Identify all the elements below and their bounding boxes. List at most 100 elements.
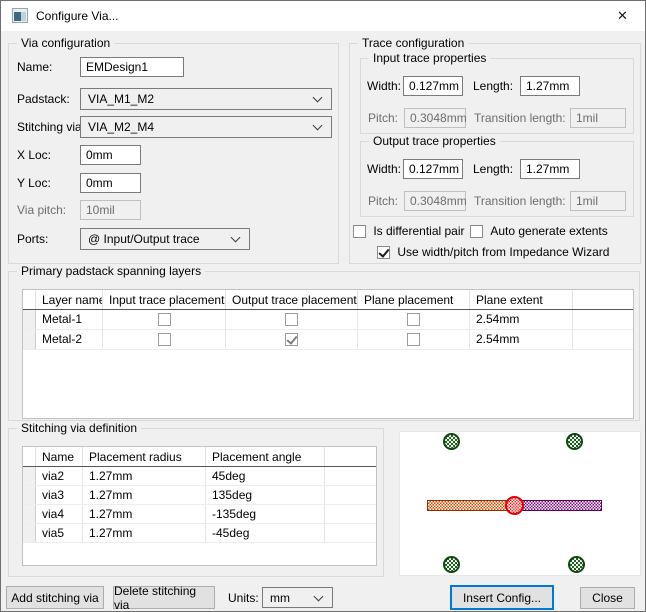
plane-placement-cell[interactable]: [358, 310, 470, 329]
padstack-layers-table[interactable]: Layer name Input trace placement Output …: [22, 289, 634, 419]
ports-label: Ports:: [17, 232, 49, 246]
column-header: Placement radius: [83, 447, 206, 466]
row-selector[interactable]: [23, 524, 36, 542]
chevron-down-icon: [230, 232, 241, 243]
placement-angle-cell: 45deg: [206, 467, 325, 485]
stitching-table-body: via2 1.27mm 45deg via3 1.27mm 135deg via4 1.27m…: [23, 467, 376, 543]
output-width-label: Width:: [367, 162, 402, 176]
delete-stitching-via-button[interactable]: Delete stitching via: [113, 584, 215, 611]
title-bar[interactable]: Configure Via... ✕: [1, 1, 645, 31]
via-name-cell: via3: [36, 486, 83, 504]
use-impedance-wizard-label: Use width/pitch from Impedance Wizard: [397, 245, 610, 259]
column-header: Plane placement: [358, 290, 470, 309]
input-width-label: Width:: [367, 79, 402, 93]
trace-configuration-group: Trace configuration Input trace properti…: [349, 36, 641, 264]
output-placement-cell[interactable]: [226, 310, 358, 329]
table-row[interactable]: via5 1.27mm -45deg: [23, 524, 376, 543]
placement-angle-cell: -45deg: [206, 524, 325, 542]
plane-extent-cell: 2.54mm: [470, 330, 573, 349]
output-transition-field: 1mil: [570, 191, 626, 211]
input-width-field[interactable]: 0.127mm: [403, 76, 463, 96]
chevron-down-icon: [312, 120, 323, 131]
table-row[interactable]: via2 1.27mm 45deg: [23, 467, 376, 486]
close-button[interactable]: Close: [580, 587, 635, 609]
input-trace-group: Input trace properties Width: 0.127mm Le…: [360, 51, 634, 134]
padstack-layers-title: Primary padstack spanning layers: [17, 264, 206, 278]
is-differential-pair-checkbox[interactable]: [353, 225, 366, 239]
yloc-field[interactable]: 0mm: [80, 173, 141, 193]
placement-radius-cell: 1.27mm: [83, 524, 206, 542]
table-row[interactable]: via3 1.27mm 135deg: [23, 486, 376, 505]
input-length-label: Length:: [473, 79, 514, 93]
layer-name-cell: Metal-2: [36, 330, 103, 349]
input-placement-cell[interactable]: [103, 330, 226, 349]
stitching-via-label: Stitching via:: [17, 120, 86, 134]
close-icon[interactable]: ✕: [600, 1, 645, 30]
column-header: Layer name: [36, 290, 103, 309]
output-length-label: Length:: [473, 162, 514, 176]
stitching-via-table[interactable]: Name Placement radius Placement angle vi…: [22, 446, 377, 566]
add-stitching-via-button[interactable]: Add stitching via: [6, 586, 104, 609]
padstack-label: Padstack:: [17, 92, 70, 106]
row-selector[interactable]: [23, 467, 36, 485]
column-header: Input trace placement: [103, 290, 226, 309]
xloc-field[interactable]: 0mm: [80, 145, 141, 165]
column-header: Plane extent: [470, 290, 573, 309]
stitching-definition-title: Stitching via definition: [17, 421, 142, 435]
xloc-label: X Loc:: [17, 148, 52, 162]
is-differential-pair-label: Is differential pair: [373, 224, 465, 238]
insert-config-button[interactable]: Insert Config...: [450, 585, 554, 610]
row-selector[interactable]: [23, 310, 36, 329]
padstack-select[interactable]: VIA_M1_M2: [80, 88, 332, 110]
table-row[interactable]: via4 1.27mm -135deg: [23, 505, 376, 524]
stitching-via-select[interactable]: VIA_M2_M4: [80, 116, 332, 138]
plane-extent-cell: 2.54mm: [470, 310, 573, 329]
auto-generate-extents-checkbox[interactable]: [470, 225, 483, 239]
output-width-field[interactable]: 0.127mm: [403, 159, 463, 179]
row-selector[interactable]: [23, 330, 36, 349]
input-trace-title: Input trace properties: [369, 51, 491, 65]
output-placement-cell[interactable]: [226, 330, 358, 349]
stitching-definition-group: Stitching via definition Name Placement …: [8, 421, 384, 577]
table-row[interactable]: Metal-1 2.54mm: [23, 310, 633, 330]
input-pitch-label: Pitch:: [368, 111, 399, 125]
column-header: Output trace placement: [226, 290, 358, 309]
units-label: Units:: [228, 591, 259, 605]
via-configuration-group: Via configuration Name: EMDesign1 Padsta…: [8, 36, 339, 264]
trace-configuration-title: Trace configuration: [358, 36, 469, 50]
input-pitch-field: 0.3048mm: [404, 108, 467, 128]
column-header: Name: [36, 447, 83, 466]
column-header: Placement angle: [206, 447, 325, 466]
input-length-field[interactable]: 1.27mm: [520, 76, 580, 96]
via-name-cell: via4: [36, 505, 83, 523]
output-trace-graphic: [515, 500, 602, 511]
stitching-via-bottom-right: [568, 556, 585, 573]
row-selector[interactable]: [23, 505, 36, 523]
chevron-down-icon: [313, 591, 324, 601]
center-via-graphic: [505, 496, 524, 515]
configure-via-dialog: Configure Via... ✕ Via configuration Nam…: [0, 0, 646, 612]
placement-angle-cell: -135deg: [206, 505, 325, 523]
via-name-cell: via5: [36, 524, 83, 542]
row-selector[interactable]: [23, 486, 36, 504]
units-select[interactable]: mm: [262, 587, 333, 608]
plane-placement-cell[interactable]: [358, 330, 470, 349]
input-placement-cell[interactable]: [103, 310, 226, 329]
app-icon: [12, 8, 28, 23]
output-length-field[interactable]: 1.27mm: [520, 159, 580, 179]
stitching-via-bottom-left: [443, 556, 460, 573]
layer-name-cell: Metal-1: [36, 310, 103, 329]
ports-select[interactable]: @ Input/Output trace: [80, 228, 250, 250]
window-title: Configure Via...: [36, 9, 119, 23]
input-trace-graphic: [427, 500, 515, 511]
use-impedance-wizard-checkbox[interactable]: [377, 246, 390, 260]
auto-generate-extents-label: Auto generate extents: [490, 224, 608, 238]
via-pitch-field: 10mil: [80, 200, 141, 220]
output-pitch-label: Pitch:: [368, 194, 399, 208]
input-transition-label: Transition length:: [474, 111, 566, 125]
via-pitch-label: Via pitch:: [17, 203, 67, 217]
name-field[interactable]: EMDesign1: [80, 57, 184, 77]
table-row[interactable]: Metal-2 2.54mm: [23, 330, 633, 350]
chevron-down-icon: [312, 92, 323, 103]
input-transition-field: 1mil: [570, 108, 626, 128]
